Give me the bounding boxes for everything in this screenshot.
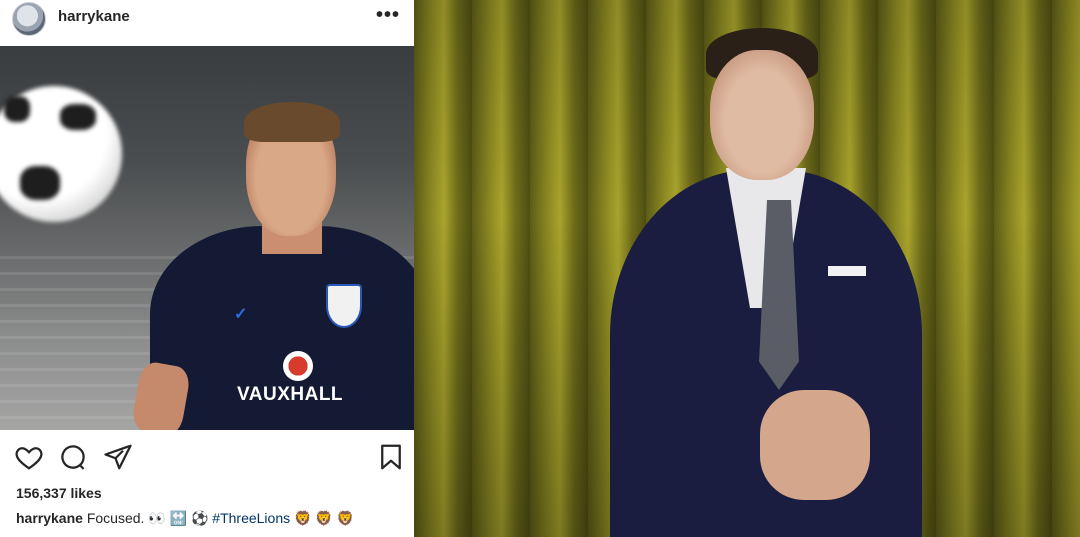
sponsor-logo-icon [283, 351, 313, 381]
comment-icon[interactable] [58, 442, 88, 472]
post-username[interactable]: harrykane [58, 8, 130, 25]
post-photo[interactable]: ✓ VAUXHALL [0, 46, 414, 430]
pocket-square [828, 266, 866, 276]
share-icon[interactable] [103, 442, 133, 472]
sponsor-text: VAUXHALL [237, 384, 344, 405]
likes-count[interactable]: 156,337 likes [16, 485, 102, 501]
heart-icon[interactable] [14, 442, 44, 472]
caption-text: Focused. 👀 🔛 ⚽ [82, 510, 213, 526]
bookmark-icon[interactable] [376, 442, 406, 472]
ball-patch [20, 166, 60, 200]
portrait-photo [414, 0, 1080, 537]
player-hair [244, 102, 340, 142]
hashtag-link[interactable]: #ThreeLions [212, 510, 290, 526]
more-options-icon[interactable]: ••• [376, 4, 400, 27]
ball-patch [60, 104, 96, 130]
caption-emojis: 🦁 🦁 🦁 [290, 510, 355, 526]
avatar[interactable] [12, 2, 46, 36]
instagram-post: harrykane ••• ✓ VAUXHALL 156,337 likes h… [0, 0, 414, 537]
post-caption: harrykane Focused. 👀 🔛 ⚽ #ThreeLions 🦁 🦁… [16, 510, 354, 527]
caption-username[interactable]: harrykane [16, 510, 83, 526]
clasped-hands [760, 390, 870, 500]
ball-patch [4, 96, 30, 122]
three-lions-crest-icon [326, 284, 362, 328]
swoosh-logo-icon: ✓ [234, 306, 248, 323]
man-face [710, 50, 814, 180]
post-header: harrykane ••• [0, 0, 414, 46]
post-actions [0, 430, 414, 482]
